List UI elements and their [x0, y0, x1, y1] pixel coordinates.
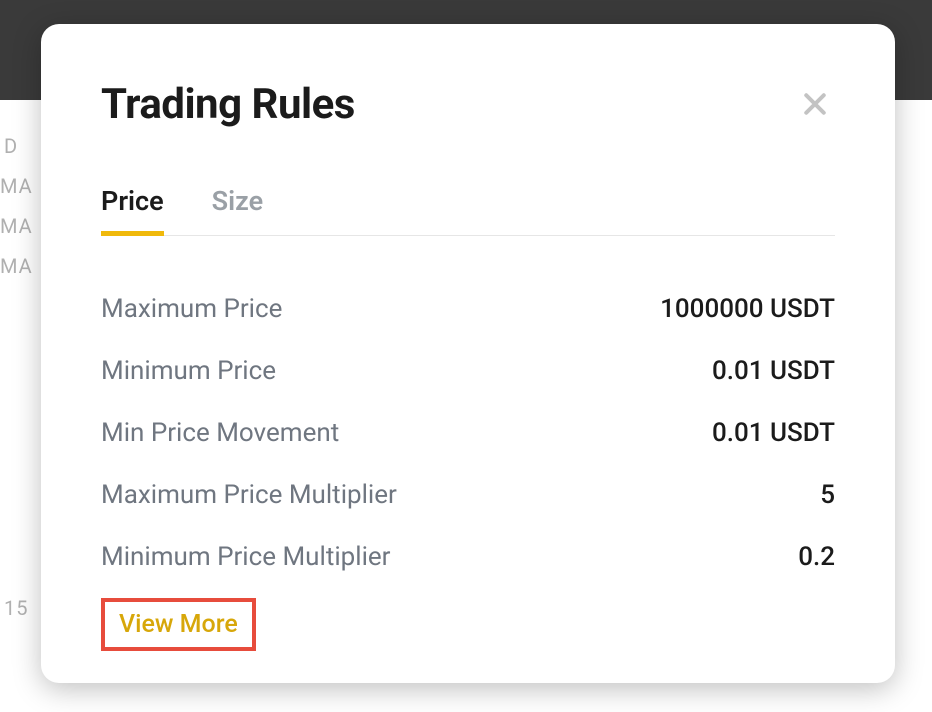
view-more-highlight: View More [101, 598, 256, 651]
bg-label: MA [0, 174, 33, 198]
rule-value: 0.2 [798, 542, 835, 572]
close-icon [800, 89, 830, 119]
modal-header: Trading Rules [101, 80, 835, 129]
rule-label: Maximum Price [101, 294, 282, 324]
tabs: Price Size [101, 185, 835, 236]
rule-value: 0.01 USDT [712, 356, 835, 386]
rule-row: Minimum Price 0.01 USDT [101, 340, 835, 402]
bg-label: 15 [4, 596, 28, 620]
tab-size[interactable]: Size [212, 185, 263, 235]
rule-label: Maximum Price Multiplier [101, 480, 397, 510]
bg-label: MA [0, 254, 33, 278]
rule-row: Maximum Price 1000000 USDT [101, 278, 835, 340]
bg-label: D [4, 134, 18, 158]
rule-label: Minimum Price [101, 356, 276, 386]
trading-rules-modal: Trading Rules Price Size Maximum Price 1… [41, 24, 895, 683]
tab-price[interactable]: Price [101, 185, 164, 235]
rule-label: Minimum Price Multiplier [101, 542, 391, 572]
rule-value: 0.01 USDT [712, 418, 835, 448]
rule-row: Minimum Price Multiplier 0.2 [101, 526, 835, 588]
view-more-link[interactable]: View More [119, 610, 238, 639]
bg-label: MA [0, 214, 33, 238]
rule-value: 1000000 USDT [660, 294, 835, 324]
rules-list: Maximum Price 1000000 USDT Minimum Price… [101, 278, 835, 588]
rule-row: Maximum Price Multiplier 5 [101, 464, 835, 526]
rule-label: Min Price Movement [101, 418, 339, 448]
rule-value: 5 [820, 480, 835, 510]
rule-row: Min Price Movement 0.01 USDT [101, 402, 835, 464]
modal-title: Trading Rules [101, 80, 355, 129]
close-button[interactable] [795, 84, 835, 124]
